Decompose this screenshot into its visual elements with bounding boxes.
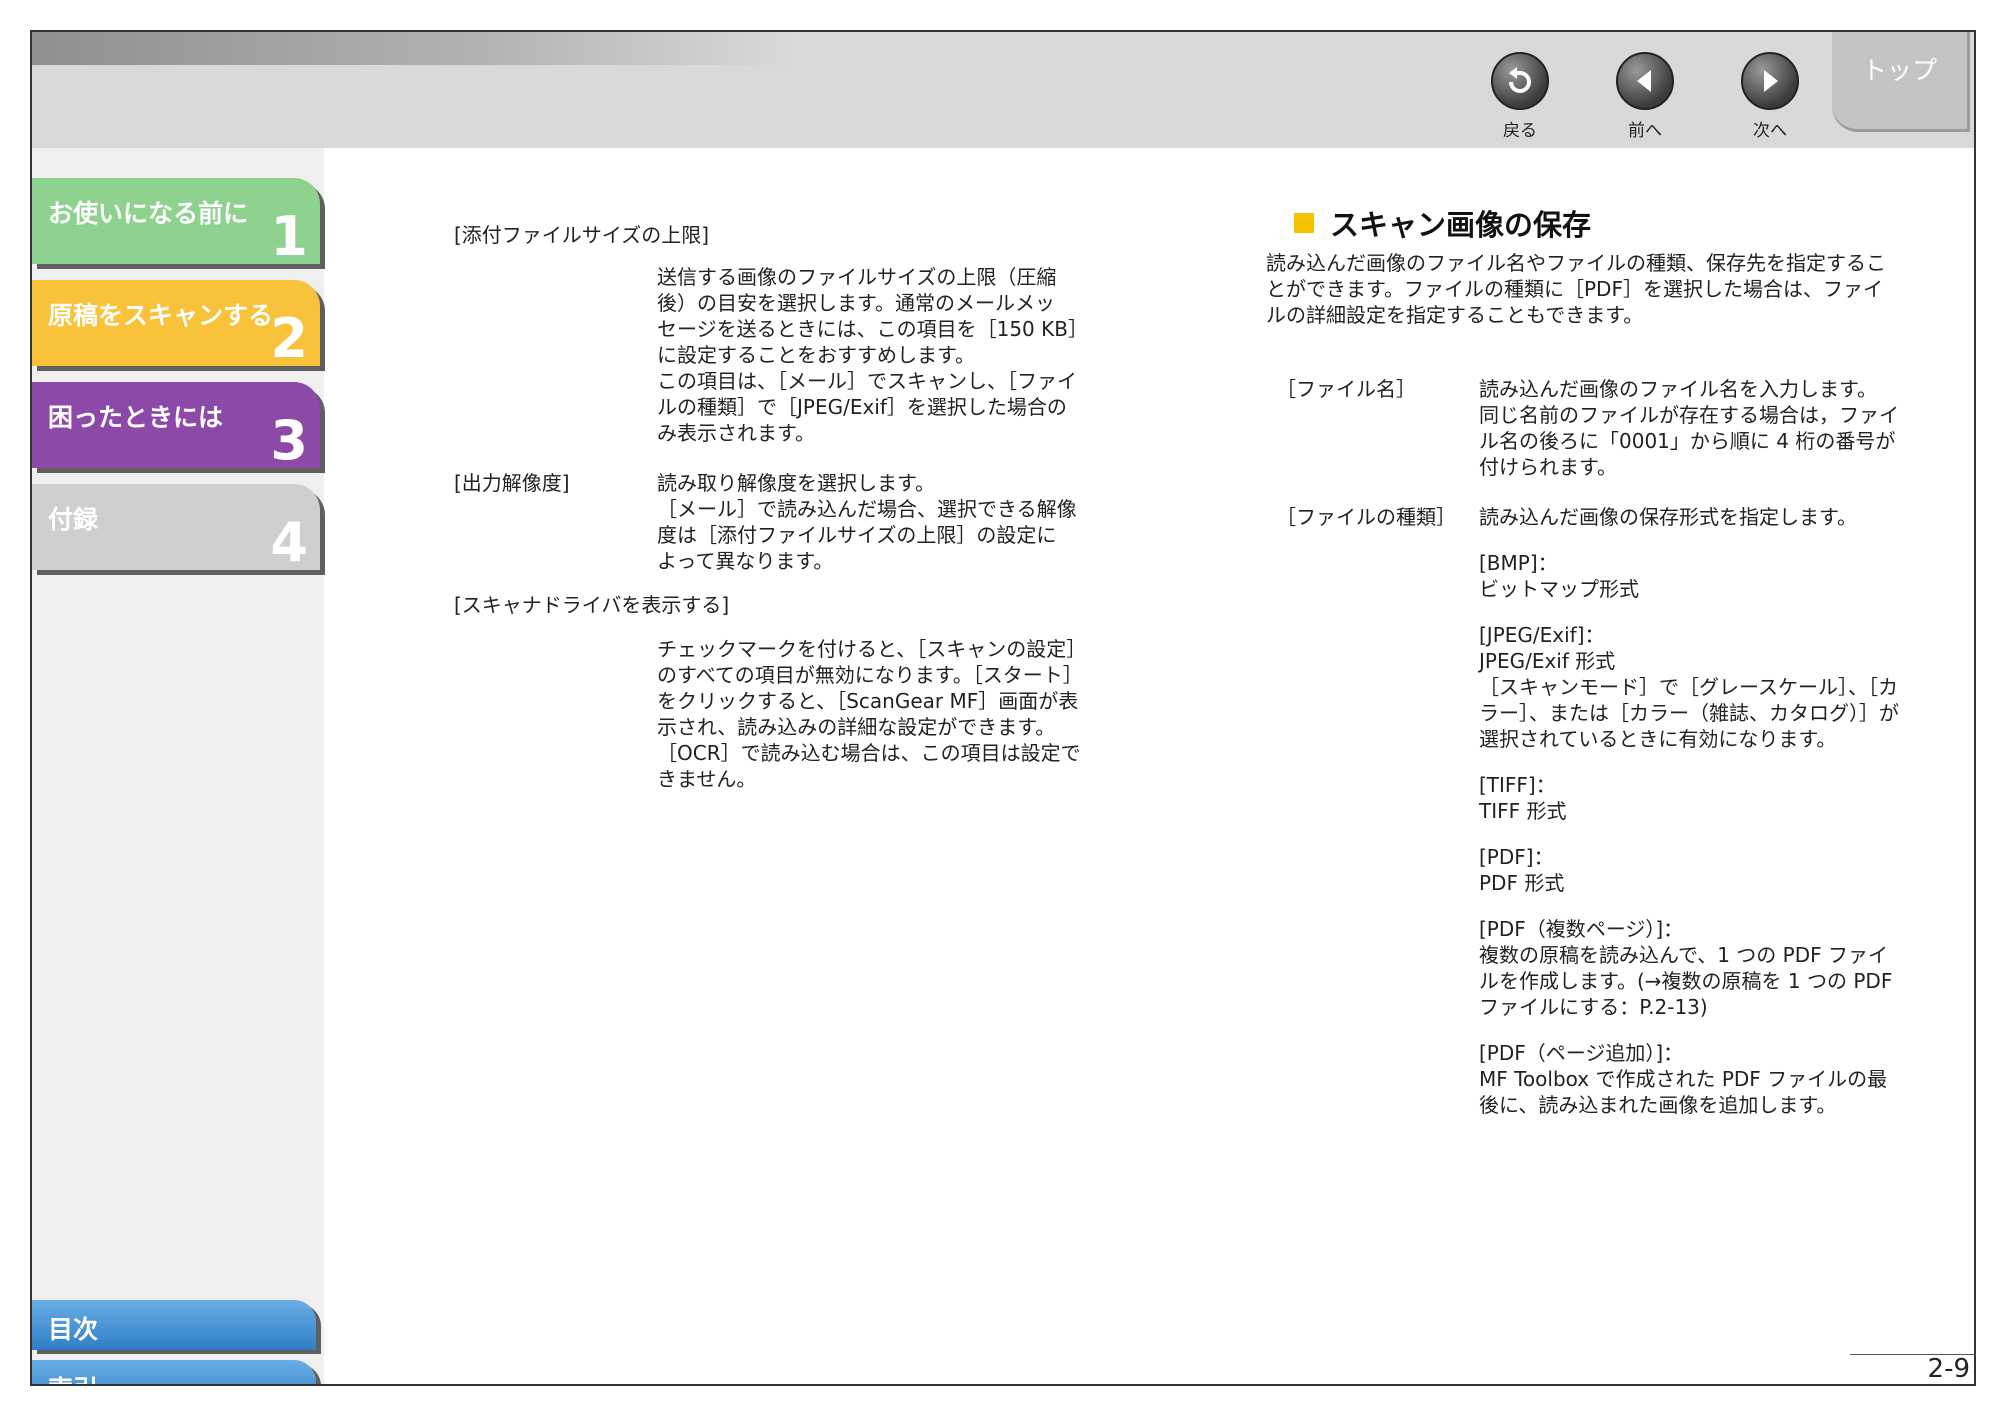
desc-line: ［メール］で読み込んだ場合、選択できる解像 xyxy=(657,497,1077,521)
desc-line: 後）の目安を選択します。通常のメールメッ xyxy=(657,291,1055,315)
section-title: スキャン画像の保存 xyxy=(1294,202,1591,244)
top-gradient xyxy=(32,32,792,65)
intro-line: 読み込んだ画像のファイル名やファイルの種類、保存先を指定するこ xyxy=(1266,251,1886,275)
jpeg-desc: ラー］、または［カラー（雑誌、カタログ）］が xyxy=(1479,701,1899,725)
pdf-add-desc: 後に、読み込まれた画像を追加します。 xyxy=(1479,1093,1837,1117)
next-label: 次へ xyxy=(1753,121,1787,141)
chapter-tab-4[interactable]: 付録 4 xyxy=(32,484,320,574)
chapter-label: 付録 xyxy=(48,505,99,534)
desc-file-type: 読み込んだ画像の保存形式を指定します。 xyxy=(1479,505,1857,529)
jpeg-desc: JPEG/Exif 形式 xyxy=(1479,649,1616,673)
jpeg-heading: [JPEG/Exif]： xyxy=(1479,623,1605,647)
pdf-heading: [PDF]： xyxy=(1479,845,1554,869)
chapter-number: 3 xyxy=(270,409,308,472)
chapter-label: お使いになる前に xyxy=(48,199,249,228)
prev-label: 前へ xyxy=(1628,121,1662,141)
desc-line: ルの種類］で［JPEG/Exif］を選択した場合の xyxy=(657,395,1067,419)
desc-line: 示され、読み込みの詳細な設定ができます。 xyxy=(657,715,1056,739)
desc-line: をクリックすると、［ScanGear MF］画面が表 xyxy=(657,689,1079,713)
desc-line: 同じ名前のファイルが存在する場合は，ファイ xyxy=(1479,403,1899,427)
pdf-multi-desc: ファイルにする：P.2-13) xyxy=(1479,995,1708,1019)
chapter-tab-1[interactable]: お使いになる前に 1 xyxy=(32,178,320,268)
tiff-heading: [TIFF]： xyxy=(1479,773,1556,797)
desc-line: ル名の後ろに「0001」から順に 4 桁の番号が xyxy=(1479,429,1896,453)
tiff-desc: TIFF 形式 xyxy=(1479,799,1567,823)
term-output-resolution: [出力解像度] xyxy=(454,471,570,495)
chapter-label: 困ったときには xyxy=(48,403,224,432)
pdf-multi-heading: [PDF（複数ページ）]： xyxy=(1479,917,1684,941)
desc-line: チェックマークを付けると、［スキャンの設定］ xyxy=(657,637,1087,661)
desc-line: よって異なります。 xyxy=(657,549,834,573)
desc-line: 付けられます。 xyxy=(1479,455,1617,479)
desc-line: に設定することをおすすめします。 xyxy=(657,343,975,367)
prev-arrow-icon xyxy=(1616,52,1674,110)
page-number: 2-9 xyxy=(1927,1354,1970,1384)
desc-line: のすべての項目が無効になります。［スタート］ xyxy=(657,663,1083,687)
desc-line: 読み取り解像度を選択します。 xyxy=(657,471,935,495)
term-file-name: ［ファイル名］ xyxy=(1276,377,1416,401)
section-title-text: スキャン画像の保存 xyxy=(1330,208,1592,242)
next-arrow-icon xyxy=(1741,52,1799,110)
bmp-heading: [BMP]： xyxy=(1479,551,1558,575)
page-frame: 戻る 前へ 次へ トップ お使いになる前に 1 原稿をスキャンする 2 困ったと… xyxy=(30,30,1976,1386)
section-marker-icon xyxy=(1294,213,1314,233)
index-tab[interactable]: 索引 xyxy=(32,1360,316,1384)
desc-line: きません。 xyxy=(657,767,757,791)
chapter-number: 1 xyxy=(270,205,308,268)
desc-line: この項目は、［メール］でスキャンし、［ファイ xyxy=(657,369,1077,393)
back-icon xyxy=(1491,52,1549,110)
chapter-tab-3[interactable]: 困ったときには 3 xyxy=(32,382,320,472)
desc-line: 度は［添付ファイルサイズの上限］の設定に xyxy=(657,523,1057,547)
pdf-desc: PDF 形式 xyxy=(1479,871,1565,895)
jpeg-desc: 選択されているときに有効になります。 xyxy=(1479,727,1837,751)
term-file-type: ［ファイルの種類］ xyxy=(1276,505,1456,529)
chapter-label: 原稿をスキャンする xyxy=(48,301,274,330)
bmp-desc: ビットマップ形式 xyxy=(1479,577,1639,601)
pdf-multi-desc: ルを作成します。(→複数の原稿を 1 つの PDF xyxy=(1479,969,1893,993)
back-button[interactable]: 戻る xyxy=(1485,52,1555,141)
toc-tab[interactable]: 目次 xyxy=(32,1300,316,1350)
desc-line: み表示されます。 xyxy=(657,421,815,445)
chapter-number: 2 xyxy=(270,307,308,370)
jpeg-desc: ［スキャンモード］で［グレースケール］、［カ xyxy=(1479,675,1898,699)
back-label: 戻る xyxy=(1503,121,1537,141)
term-attachment-size: [添付ファイルサイズの上限] xyxy=(454,223,710,247)
chapter-number: 4 xyxy=(270,511,308,574)
top-tab[interactable]: トップ xyxy=(1832,32,1970,132)
desc-line: 読み込んだ画像のファイル名を入力します。 xyxy=(1479,377,1877,401)
desc-line: セージを送るときには、この項目を［150 KB］ xyxy=(657,317,1088,341)
chapter-tab-2[interactable]: 原稿をスキャンする 2 xyxy=(32,280,320,370)
top-bar: 戻る 前へ 次へ トップ xyxy=(32,32,1974,148)
intro-line: とができます。ファイルの種類に［PDF］を選択した場合は、ファイ xyxy=(1266,277,1883,301)
pdf-multi-desc: 複数の原稿を読み込んで、1 つの PDF ファイ xyxy=(1479,943,1888,967)
sidebar: お使いになる前に 1 原稿をスキャンする 2 困ったときには 3 付録 4 目次… xyxy=(32,148,324,1384)
term-show-scanner-driver: [スキャナドライバを表示する] xyxy=(454,593,730,617)
intro-line: ルの詳細設定を指定することもできます。 xyxy=(1266,303,1644,327)
pdf-add-desc: MF Toolbox で作成された PDF ファイルの最 xyxy=(1479,1067,1888,1091)
desc-line: 送信する画像のファイルサイズの上限（圧縮 xyxy=(657,265,1057,289)
desc-line: ［OCR］で読み込む場合は、この項目は設定で xyxy=(657,741,1081,765)
prev-button[interactable]: 前へ xyxy=(1610,52,1680,141)
pdf-add-heading: [PDF（ページ追加）]： xyxy=(1479,1041,1684,1065)
next-button[interactable]: 次へ xyxy=(1735,52,1805,141)
